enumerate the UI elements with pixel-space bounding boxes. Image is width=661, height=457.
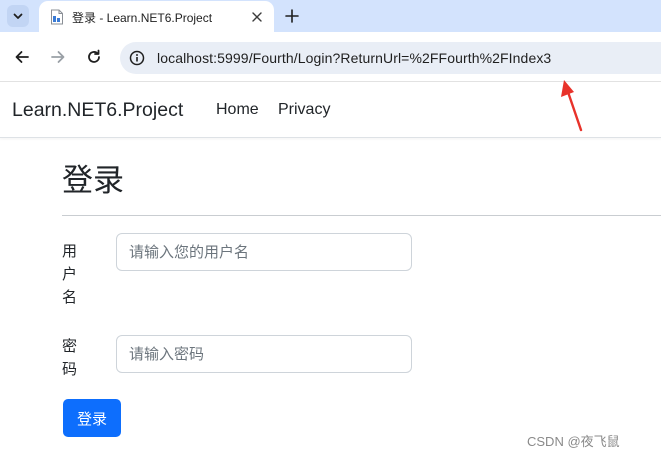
forward-button[interactable]	[48, 47, 68, 67]
info-icon[interactable]	[129, 50, 145, 66]
divider	[62, 215, 661, 216]
nav-link-home[interactable]: Home	[216, 101, 259, 119]
web-page: Learn.NET6.Project Home Privacy 登录 用户名 密…	[0, 82, 661, 457]
url-text[interactable]: localhost:5999/Fourth/Login?ReturnUrl=%2…	[157, 50, 551, 66]
arrow-right-icon	[51, 51, 65, 63]
browser-toolbar: localhost:5999/Fourth/Login?ReturnUrl=%2…	[0, 32, 661, 82]
site-brand-link[interactable]: Learn.NET6.Project	[12, 99, 183, 122]
username-input[interactable]	[116, 233, 412, 271]
reload-icon	[88, 49, 100, 63]
new-tab-button[interactable]	[282, 6, 302, 26]
nav-link-privacy[interactable]: Privacy	[278, 101, 330, 119]
plus-icon	[285, 9, 299, 23]
login-submit-button[interactable]: 登录	[63, 399, 121, 437]
reload-button[interactable]	[84, 47, 104, 67]
tab-title: 登录 - Learn.NET6.Project	[72, 11, 213, 25]
address-bar[interactable]: localhost:5999/Fourth/Login?ReturnUrl=%2…	[120, 42, 661, 74]
tab-search-button[interactable]	[7, 5, 29, 27]
back-button[interactable]	[12, 47, 32, 67]
annotation-arrow-icon	[561, 80, 583, 132]
close-tab-icon[interactable]	[249, 9, 265, 25]
browser-tab-active[interactable]: 登录 - Learn.NET6.Project	[39, 1, 274, 32]
watermark-text: CSDN @夜飞鼠	[527, 434, 620, 449]
page-title: 登录	[62, 163, 124, 198]
username-label: 用户名	[62, 243, 78, 306]
page-favicon-icon	[51, 9, 63, 25]
tab-strip: 登录 - Learn.NET6.Project	[0, 0, 661, 32]
arrow-left-icon	[15, 51, 29, 63]
chevron-down-icon	[13, 13, 23, 19]
password-input[interactable]	[116, 335, 412, 373]
password-label: 密码	[62, 338, 78, 378]
